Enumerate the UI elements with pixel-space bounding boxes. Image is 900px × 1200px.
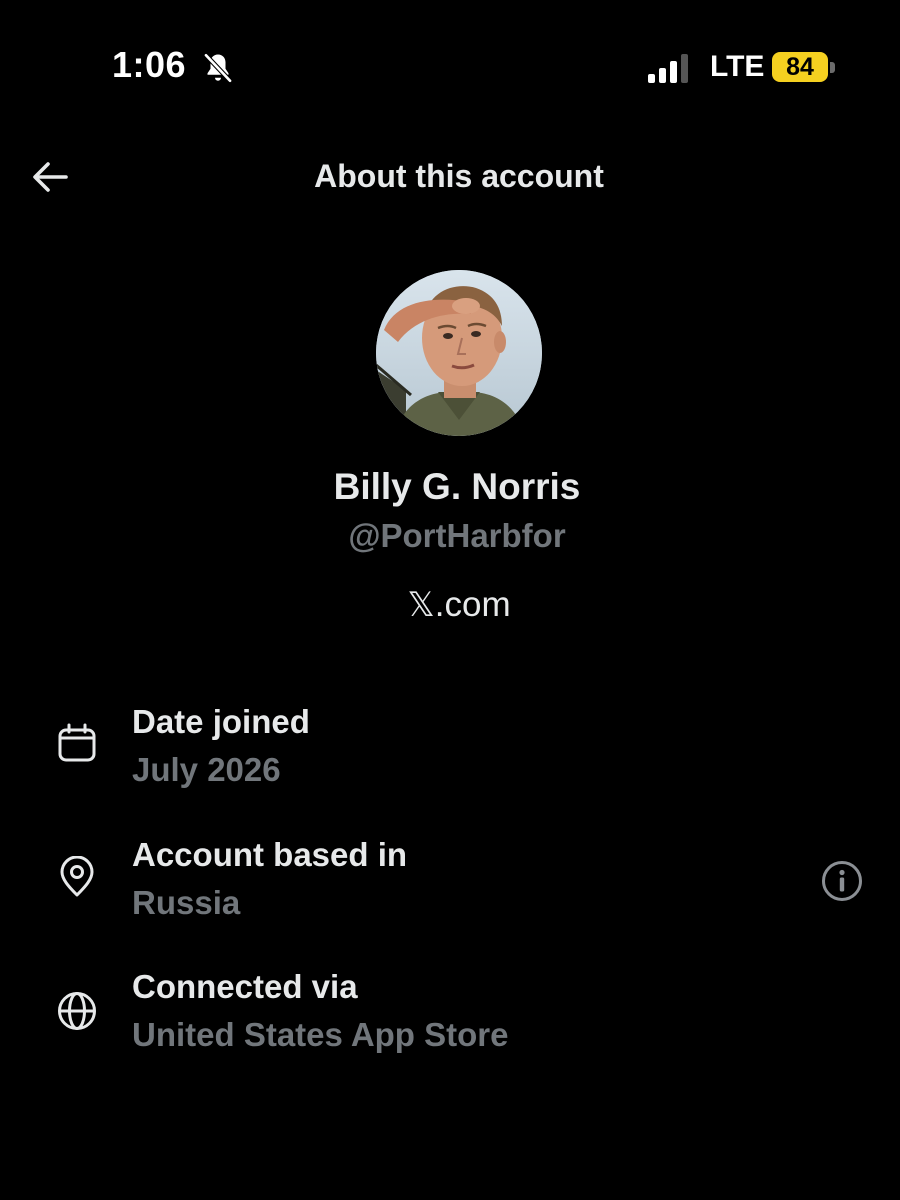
calendar-icon bbox=[58, 723, 96, 762]
connected-via-row: Connected via United States App Store bbox=[0, 968, 900, 1068]
site-link[interactable]: 𝕏.com bbox=[0, 585, 900, 625]
bell-slash-icon bbox=[204, 53, 232, 83]
site-suffix: .com bbox=[434, 585, 511, 624]
battery-nub bbox=[830, 62, 835, 73]
date-joined-label: Date joined bbox=[132, 703, 310, 740]
display-name: Billy G. Norris bbox=[333, 466, 581, 507]
page-title: About this account bbox=[314, 158, 604, 194]
info-icon[interactable] bbox=[820, 859, 864, 903]
account-location-value: Russia bbox=[132, 884, 241, 921]
status-time: 1:06 bbox=[112, 44, 187, 85]
username-handle: @PortHarbfor bbox=[348, 517, 566, 554]
connected-via-label: Connected via bbox=[132, 968, 358, 1005]
avatar[interactable] bbox=[376, 270, 542, 436]
date-joined-value: July 2026 bbox=[132, 751, 281, 788]
about-account-screen: 1:06 LTE 84 About this account Billy G. … bbox=[0, 0, 900, 1200]
network-label: LTE bbox=[710, 50, 765, 83]
x-logo-icon: 𝕏 bbox=[407, 585, 435, 625]
account-location-label: Account based in bbox=[132, 836, 408, 873]
globe-icon bbox=[58, 992, 96, 1030]
account-location-row: Account based in Russia bbox=[0, 836, 900, 936]
profile-photo bbox=[376, 270, 542, 436]
signal-icon bbox=[648, 54, 688, 83]
date-joined-row: Date joined July 2026 bbox=[0, 703, 900, 803]
location-pin-icon bbox=[60, 856, 94, 897]
battery-indicator: 84 bbox=[772, 52, 828, 82]
connected-via-value: United States App Store bbox=[132, 1016, 509, 1053]
